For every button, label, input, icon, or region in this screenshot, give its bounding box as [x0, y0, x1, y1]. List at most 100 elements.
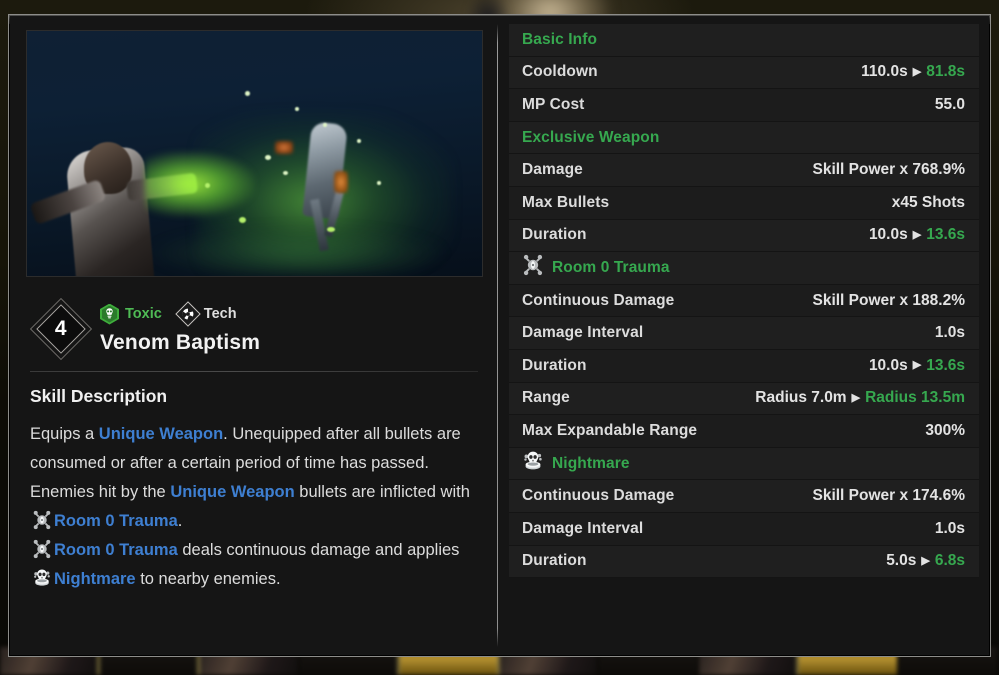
description-keyword[interactable]: Room 0 Trauma	[54, 512, 178, 530]
description-text: Equips a	[30, 425, 99, 443]
stat-value: Skill Power x 768.9%	[812, 161, 965, 179]
room-0-trauma-icon	[522, 254, 544, 281]
stat-label: Max Expandable Range	[522, 421, 698, 439]
stat-base-value: Skill Power x 188.2%	[812, 291, 965, 309]
stats-section-title: Exclusive Weapon	[522, 128, 660, 146]
stat-value: 110.0s ▶ 81.8s	[861, 63, 965, 81]
stat-base-value: 1.0s	[934, 324, 965, 342]
stat-value: 1.0s	[935, 520, 965, 538]
particle	[323, 123, 327, 127]
upgrade-arrow-icon: ▶	[912, 65, 922, 78]
stat-upgraded-value: 13.6s	[926, 356, 965, 374]
skill-tag-row: Toxic Tech	[100, 301, 260, 327]
stat-row: Damage Interval 1.0s	[509, 512, 979, 546]
stats-section-title: Nightmare	[552, 454, 630, 472]
stat-row: Duration 10.0s ▶ 13.6s	[509, 219, 979, 253]
skill-description-body: Equips a Unique Weapon. Unequipped after…	[30, 420, 476, 594]
description-paragraph: Equips a Unique Weapon. Unequipped after…	[30, 420, 476, 478]
stat-value: 10.0s ▶ 13.6s	[869, 357, 965, 375]
upgrade-arrow-icon: ▶	[921, 554, 930, 567]
stat-label: Damage Interval	[522, 324, 644, 342]
stat-value: Skill Power x 174.6%	[812, 487, 965, 505]
particle	[377, 181, 381, 185]
stat-base-value: 10.0s	[868, 356, 908, 374]
stats-section-title: Room 0 Trauma	[552, 258, 670, 276]
description-keyword[interactable]: Room 0 Trauma	[54, 541, 178, 559]
stat-value: Skill Power x 188.2%	[812, 292, 965, 310]
stat-base-value: 300%	[925, 421, 965, 439]
stats-section-header: Basic Info	[509, 24, 979, 57]
stat-label: Range	[522, 389, 570, 407]
skill-tag-toxic[interactable]: Toxic	[100, 303, 162, 325]
skill-preview-video[interactable]	[26, 30, 483, 277]
stat-label: Max Bullets	[522, 193, 610, 211]
toxic-hex-icon	[100, 303, 119, 325]
skill-description-block: Skill Description Equips a Unique Weapon…	[26, 372, 482, 594]
skill-description-title: Skill Description	[30, 386, 168, 406]
skill-stats-panel: Basic Info Cooldown 110.0s ▶ 81.8s MP Cost 55.…	[498, 16, 989, 655]
skill-tag-tech[interactable]: Tech	[175, 301, 237, 327]
particle	[295, 107, 299, 111]
stat-row: Duration 10.0s ▶ 13.6s	[509, 349, 979, 383]
stat-value: 10.0s ▶ 13.6s	[869, 226, 965, 244]
description-text: deals continuous damage and applies	[177, 541, 460, 559]
stat-base-value: 110.0s	[861, 63, 908, 81]
stat-base-value: 10.0s	[868, 226, 908, 244]
stat-value: x45 Shots	[892, 194, 965, 212]
skill-tag-label: Toxic	[125, 306, 162, 322]
stat-upgraded-value: 81.8s	[926, 63, 965, 81]
particle	[239, 217, 246, 223]
stat-base-value: 5.0s	[886, 552, 917, 570]
upgrade-arrow-icon: ▶	[912, 359, 922, 372]
stat-label: MP Cost	[522, 95, 585, 113]
upgrade-arrow-icon: ▶	[912, 228, 922, 241]
stat-row: Damage Interval 1.0s	[509, 317, 979, 350]
particle	[245, 91, 250, 96]
stat-value: 300%	[925, 422, 965, 440]
description-paragraph: Room 0 Trauma deals continuous damage an…	[30, 536, 476, 594]
particle	[265, 155, 271, 160]
stat-base-value: 55.0	[934, 95, 965, 113]
stat-row: MP Cost 55.0	[509, 89, 979, 122]
stats-section-header: Nightmare	[509, 447, 979, 481]
stat-row: Max Expandable Range 300%	[509, 415, 979, 448]
stat-upgraded-value: 6.8s	[934, 552, 965, 570]
stat-label: Damage Interval	[522, 519, 644, 537]
stat-label: Cooldown	[522, 63, 598, 81]
description-text: bullets are inflicted with	[294, 483, 470, 501]
description-keyword[interactable]: Unique Weapon	[99, 425, 223, 443]
stat-base-value: Skill Power x 174.6%	[812, 487, 965, 505]
description-keyword[interactable]: Nightmare	[54, 570, 136, 588]
tech-diamond-icon	[175, 301, 201, 327]
stats-section-header: Exclusive Weapon	[509, 121, 979, 155]
skill-level-number: 4	[54, 317, 68, 340]
stat-row: Continuous Damage Skill Power x 188.2%	[509, 284, 979, 318]
skill-tag-label: Tech	[203, 306, 237, 322]
stat-upgraded-value: Radius 13.5m	[865, 389, 965, 407]
stat-base-value: Radius 7.0m	[755, 389, 847, 407]
skill-header: 4 Toxic Tech Venom Baptism	[26, 293, 482, 365]
stat-row: Damage Skill Power x 768.9%	[509, 154, 979, 187]
muzzle-toxic-glow	[145, 151, 255, 217]
room-0-trauma-icon	[32, 539, 52, 559]
stat-label: Duration	[522, 226, 587, 244]
skill-name: Venom Baptism	[100, 330, 261, 354]
stat-row: Range Radius 7.0m ▶ Radius 13.5m	[509, 382, 979, 416]
stat-base-value: Skill Power x 768.9%	[812, 161, 965, 179]
stat-value: Radius 7.0m ▶ Radius 13.5m	[755, 389, 965, 407]
ground-haze-effect	[147, 227, 447, 276]
stat-value: 1.0s	[935, 324, 965, 342]
stat-base-value: 1.0s	[934, 519, 965, 537]
skill-detail-window: 4 Toxic Tech Venom Baptism Skill Descrip…	[8, 14, 991, 657]
particle	[357, 139, 361, 143]
stat-row: Duration 5.0s ▶ 6.8s	[509, 545, 979, 579]
description-text: Enemies hit by the	[30, 483, 171, 501]
nightmare-icon	[32, 568, 52, 588]
description-keyword[interactable]: Unique Weapon	[170, 483, 294, 501]
description-text: to nearby enemies.	[135, 570, 281, 588]
stat-label: Continuous Damage	[522, 487, 675, 505]
stat-row: Max Bullets x45 Shots	[509, 186, 979, 220]
enemy-hit-spark	[275, 141, 293, 154]
particle	[327, 227, 335, 232]
skill-info-panel: 4 Toxic Tech Venom Baptism Skill Descrip…	[10, 16, 497, 655]
